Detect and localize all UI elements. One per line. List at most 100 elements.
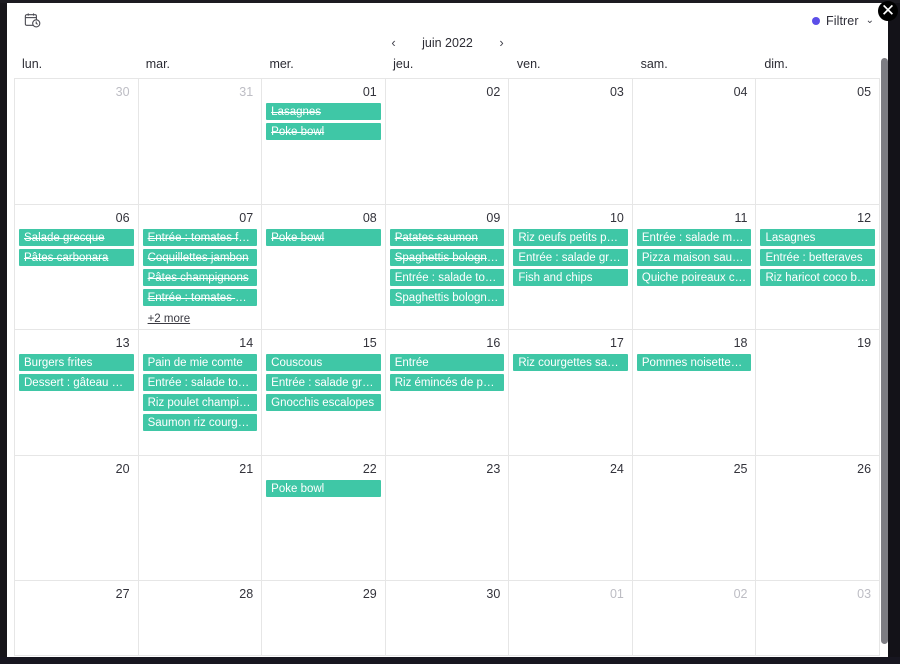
calendar-event[interactable]: Poke bowl — [266, 229, 381, 246]
month-grid: 30 31 01 Lasagnes Poke bowl 02 03 04 05 06 Salade … — [14, 78, 880, 656]
calendar-event[interactable]: Riz oeufs petits pois ... — [513, 229, 628, 246]
day-cell[interactable]: 14 Pain de mie comte Entrée : salade tom..… — [139, 330, 263, 455]
day-cell[interactable]: 16 Entrée Riz émincés de poul... — [386, 330, 510, 455]
calendar-event[interactable]: Riz courgettes saum... — [513, 354, 628, 371]
calendar-event[interactable]: Coquillettes jambon — [142, 249, 258, 266]
weekday-label: lun. — [22, 57, 43, 71]
day-cell[interactable]: 11 Entrée : salade maïs Pizza maison sauce… — [633, 205, 757, 329]
day-cell[interactable]: 22 Poke bowl — [262, 456, 386, 580]
day-cell[interactable]: 18 Pommes noisettes n... — [633, 330, 757, 455]
day-cell[interactable]: 24 — [509, 456, 633, 580]
calendar-event[interactable]: Saumon riz courgett... — [142, 414, 258, 431]
day-cell[interactable]: 12 Lasagnes Entrée : betteraves Riz haricot… — [756, 205, 880, 329]
day-number: 17 — [609, 336, 624, 350]
calendar-event[interactable]: Entrée : salade tom... — [142, 374, 258, 391]
day-cell[interactable]: 07 Entrée : tomates feta Coquillettes jamb… — [139, 205, 263, 329]
day-cell[interactable]: 02 — [386, 79, 510, 204]
day-number: 09 — [486, 211, 501, 225]
day-number: 15 — [362, 336, 377, 350]
day-number: 07 — [239, 211, 254, 225]
weekday-label: mar. — [145, 57, 171, 71]
day-number: 02 — [486, 85, 501, 99]
calendar-event[interactable]: Dessert : gâteau an... — [19, 374, 134, 391]
calendar-event[interactable]: Entrée : salade grec... — [266, 374, 381, 391]
calendar-event[interactable]: Entrée : salade maïs — [636, 229, 752, 246]
day-cell[interactable]: 21 — [139, 456, 263, 580]
calendar-event[interactable]: Patates saumon — [389, 229, 505, 246]
day-cell[interactable]: 19 — [756, 330, 880, 455]
day-cell[interactable]: 31 — [139, 79, 263, 204]
next-month-button[interactable]: › — [495, 36, 509, 50]
day-cell[interactable]: 04 — [633, 79, 757, 204]
calendar-event[interactable]: Entrée : betteraves — [760, 249, 876, 266]
weekday-label: ven. — [516, 57, 541, 71]
filter-button[interactable]: Filtrer ⌄ — [811, 14, 874, 28]
day-cell[interactable]: 09 Patates saumon Spaghettis bolognai... En… — [386, 205, 510, 329]
day-number: 14 — [239, 336, 254, 350]
calendar-event[interactable]: Entrée — [389, 354, 505, 371]
day-cell[interactable]: 10 Riz oeufs petits pois ... Entrée : sala… — [509, 205, 633, 329]
day-cell[interactable]: 05 — [756, 79, 880, 204]
day-cell[interactable]: 02 — [633, 581, 757, 655]
day-cell[interactable]: 06 Salade grecque Pâtes carbonara — [15, 205, 139, 329]
prev-month-button[interactable]: ‹ — [387, 36, 401, 50]
calendar-event[interactable]: Quiche poireaux ch... — [636, 269, 752, 286]
calendar-event[interactable]: Spaghettis bolognai... — [389, 249, 505, 266]
calendar-event[interactable]: Poke bowl — [266, 480, 381, 497]
month-navigation: ‹ juin 2022 › — [7, 30, 888, 56]
calendar-event[interactable]: Spaghettis bolognai... — [389, 289, 505, 306]
day-number: 20 — [115, 462, 130, 476]
day-cell[interactable]: 01 — [509, 581, 633, 655]
day-cell[interactable]: 29 — [262, 581, 386, 655]
calendar-event[interactable]: Riz émincés de poul... — [389, 374, 505, 391]
close-icon[interactable]: ✕ — [878, 1, 898, 21]
day-cell[interactable]: 26 — [756, 456, 880, 580]
calendar-event[interactable]: Poke bowl — [266, 123, 381, 140]
calendar-event[interactable]: Riz haricot coco bou... — [760, 269, 876, 286]
calendar-event[interactable]: Couscous — [266, 354, 381, 371]
day-number: 22 — [362, 462, 377, 476]
day-cell[interactable]: 30 — [15, 79, 139, 204]
day-cell[interactable]: 17 Riz courgettes saum... — [509, 330, 633, 455]
day-cell[interactable]: 03 — [509, 79, 633, 204]
calendar-event[interactable]: Entrée : salade grec... — [513, 249, 628, 266]
current-month-label: juin 2022 — [422, 36, 473, 50]
day-number: 10 — [609, 211, 624, 225]
day-cell[interactable]: 30 — [386, 581, 510, 655]
calendar-event[interactable]: Gnocchis escalopes — [266, 394, 381, 411]
day-cell[interactable]: 13 Burgers frites Dessert : gâteau an... — [15, 330, 139, 455]
day-cell[interactable]: 28 — [139, 581, 263, 655]
calendar-event[interactable]: Salade grecque — [19, 229, 134, 246]
calendar-event[interactable]: Pâtes carbonara — [19, 249, 134, 266]
day-cell[interactable]: 27 — [15, 581, 139, 655]
week-row: 30 31 01 Lasagnes Poke bowl 02 03 04 05 — [15, 79, 880, 205]
scrollbar-thumb[interactable] — [881, 58, 888, 644]
day-cell[interactable]: 20 — [15, 456, 139, 580]
calendar-event[interactable]: Lasagnes — [760, 229, 876, 246]
calendar-event[interactable]: Burgers frites — [19, 354, 134, 371]
day-cell[interactable]: 08 Poke bowl — [262, 205, 386, 329]
day-number: 19 — [857, 336, 872, 350]
day-number: 16 — [486, 336, 501, 350]
calendar-event[interactable]: Pommes noisettes n... — [636, 354, 752, 371]
calendar-event[interactable]: Lasagnes — [266, 103, 381, 120]
day-cell[interactable]: 15 Couscous Entrée : salade grec... Gnocchi… — [262, 330, 386, 455]
calendar-event[interactable]: Pain de mie comte — [142, 354, 258, 371]
calendar-event[interactable]: Pizza maison sauce ... — [636, 249, 752, 266]
calendar-clock-icon[interactable] — [20, 9, 44, 33]
day-cell[interactable]: 23 — [386, 456, 510, 580]
day-cell[interactable]: 03 — [756, 581, 880, 655]
weekday-label: mer. — [269, 57, 294, 71]
calendar-event[interactable]: Entrée : tomates feta — [142, 229, 258, 246]
calendar-event[interactable]: Fish and chips — [513, 269, 628, 286]
more-events-link[interactable]: +2 more — [143, 311, 196, 327]
calendar-event[interactable]: Pâtes champignons — [142, 269, 258, 286]
calendar-event[interactable]: Entrée : tomates mo... — [142, 289, 258, 306]
chevron-down-icon: ⌄ — [865, 15, 874, 26]
day-cell[interactable]: 25 — [633, 456, 757, 580]
calendar-event[interactable]: Riz poulet champign... — [142, 394, 258, 411]
day-number: 05 — [857, 85, 872, 99]
calendar-event[interactable]: Entrée : salade tom... — [389, 269, 505, 286]
day-cell[interactable]: 01 Lasagnes Poke bowl — [262, 79, 386, 204]
filter-color-dot — [811, 16, 820, 25]
